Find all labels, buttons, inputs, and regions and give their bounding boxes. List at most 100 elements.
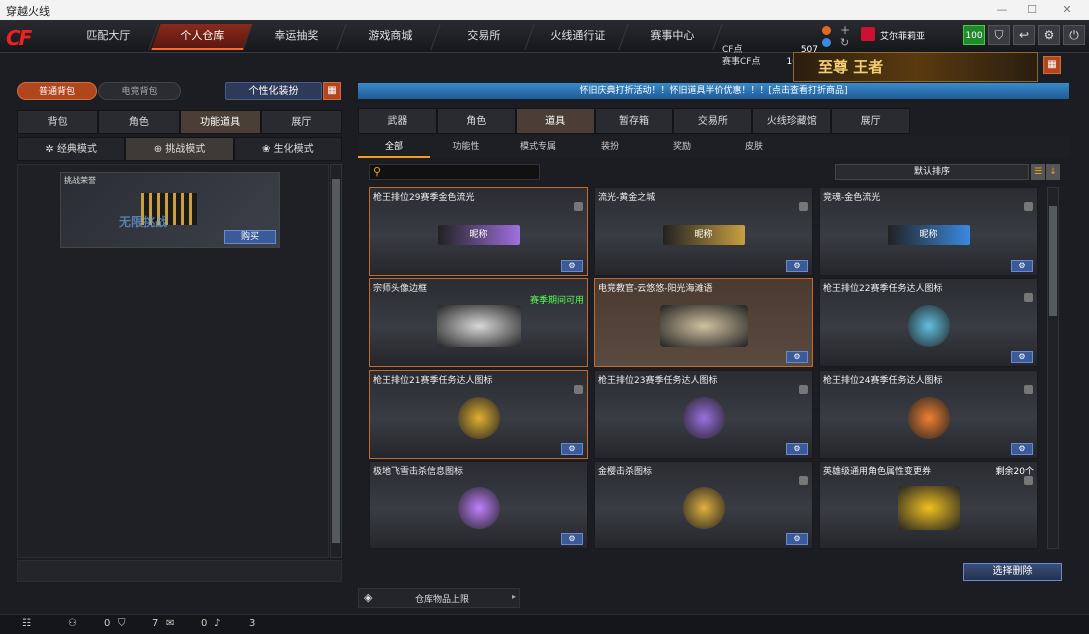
search-input[interactable]: ⚲ [369, 164, 540, 180]
mode-tab-2[interactable]: ❀ 生化模式 [233, 137, 342, 161]
custom-outfit-button[interactable]: 个性化装扮 [225, 82, 322, 100]
challenge-watermark: 无限挑战 [119, 215, 168, 229]
volume-icon[interactable]: ♪ [214, 618, 220, 629]
item-image-icon [907, 304, 950, 347]
promo-ad-banner[interactable]: 至尊 王者 [793, 52, 1038, 82]
left-tab-2[interactable]: 功能道具 [179, 110, 261, 134]
right-tab-4[interactable]: 交易所 [673, 108, 753, 134]
filter-1[interactable]: 功能性 [430, 136, 502, 158]
list-view-icon[interactable]: ☰ [1031, 164, 1045, 180]
item-tile[interactable]: 英雄级通用角色属性变更券 剩余20个 [819, 461, 1038, 549]
gear-icon[interactable]: ⚙ [1011, 443, 1033, 455]
gear-icon[interactable]: ⚙ [561, 533, 583, 545]
maximize-button[interactable]: ☐ [1017, 2, 1047, 18]
right-scrollbar[interactable] [1047, 187, 1059, 549]
exit-icon[interactable]: ↩ [1013, 25, 1035, 45]
buy-button[interactable]: 购买 [224, 230, 276, 244]
left-item-area: 挑战荣誉 无限挑战 购买 [17, 164, 329, 558]
gear-icon[interactable]: ⚙ [786, 443, 808, 455]
item-image-icon [457, 487, 500, 530]
item-tile[interactable]: 电竞教官-云悠悠-阳光海滩语 ⚙ [594, 278, 813, 367]
gear-icon[interactable]: ⚙ [561, 260, 583, 272]
refresh-icon[interactable]: ↻ [840, 36, 849, 49]
lock-icon [1024, 202, 1033, 211]
item-name: 英雄级通用角色属性变更券 [823, 467, 932, 477]
item-tile[interactable]: 宗师头像边框 赛季期间可用 [369, 278, 588, 367]
gear-icon[interactable]: ⚙ [786, 533, 808, 545]
gear-icon[interactable]: ⚙ [561, 443, 583, 455]
select-delete-button[interactable]: 选择删除 [963, 563, 1062, 581]
sort-dropdown[interactable]: 默认排序 [835, 164, 1029, 180]
minimize-button[interactable]: — [987, 2, 1017, 18]
cf-points-label: CF点 [722, 45, 743, 55]
esports-bag-button[interactable]: 电竞背包 [98, 82, 181, 100]
filter-4[interactable]: 奖励 [646, 136, 718, 158]
left-tab-3[interactable]: 展厅 [260, 110, 342, 134]
capacity-bar[interactable]: ◈ 仓库物品上限 ▸ [358, 588, 520, 608]
item-tile[interactable]: 枪王排位24赛季任务达人图标 ⚙ [819, 370, 1038, 459]
nickname-label: 昵称 [469, 229, 488, 240]
lock-icon [799, 202, 808, 211]
power-icon[interactable]: ⏻ [1063, 25, 1085, 45]
lock-icon [799, 476, 808, 485]
close-window-button[interactable]: ✕ [1052, 2, 1082, 18]
gear-icon[interactable]: ⚙ [1038, 25, 1060, 45]
filter-3[interactable]: 装扮 [574, 136, 646, 158]
left-scrollbar[interactable] [330, 164, 342, 558]
item-tile[interactable]: 流光-黄金之城 ⚙ 昵称 [594, 187, 813, 276]
right-tab-2[interactable]: 道具 [515, 108, 595, 134]
nav-tab-5[interactable]: 火线通行证 [527, 24, 629, 50]
item-tile[interactable]: 枪王排位23赛季任务达人图标 ⚙ [594, 370, 813, 459]
gear-icon[interactable]: ⚙ [786, 260, 808, 272]
right-tab-6[interactable]: 展厅 [831, 108, 911, 134]
nav-tab-6[interactable]: 赛事中心 [621, 24, 723, 50]
challenge-honor-card[interactable]: 挑战荣誉 无限挑战 购买 [60, 172, 280, 248]
item-name: 电竞教官-云悠悠-阳光海滩语 [598, 284, 713, 294]
shield-small-icon[interactable]: ⛉ [118, 618, 126, 629]
menu-icon[interactable]: ☷ [22, 618, 31, 629]
nickname-label: 昵称 [919, 229, 938, 240]
item-tile[interactable]: 竞魂-金色流光 ⚙ 昵称 [819, 187, 1038, 276]
outfit-grid-icon[interactable]: ▦ [323, 82, 341, 100]
item-tile[interactable]: 枪王排位22赛季任务达人图标 ⚙ [819, 278, 1038, 367]
nameplate-icon: 昵称 [887, 224, 970, 245]
sort-down-icon[interactable]: ↓ [1046, 164, 1060, 180]
left-tab-1[interactable]: 角色 [98, 110, 180, 134]
nav-tab-label: 匹配大厅 [85, 29, 130, 42]
nav-tab-0[interactable]: 匹配大厅 [57, 24, 159, 50]
nav-tab-3[interactable]: 游戏商城 [339, 24, 441, 50]
normal-bag-button[interactable]: 普通背包 [17, 82, 97, 100]
right-tab-0[interactable]: 武器 [358, 108, 437, 134]
gear-icon[interactable]: ⚙ [1011, 351, 1033, 363]
mode-tab-0[interactable]: ✲ 经典模式 [17, 137, 126, 161]
item-tile[interactable]: 极地飞雪击杀信息图标 ⚙ [369, 461, 588, 549]
nav-tab-1[interactable]: 个人仓库 [151, 24, 253, 50]
item-tile[interactable]: 金樱击杀图标 ⚙ [594, 461, 813, 549]
filter-2[interactable]: 模式专属 [502, 136, 574, 158]
grid-menu-icon[interactable]: ▦ [1043, 56, 1061, 74]
shield-icon[interactable]: ⛉ [988, 25, 1010, 45]
chevron-right-icon: ▸ [511, 592, 516, 601]
left-tab-0[interactable]: 背包 [17, 110, 99, 134]
chat-icon[interactable]: ✉ [166, 618, 174, 629]
add-currency-icon[interactable]: + [840, 23, 850, 37]
filter-0[interactable]: 全部 [358, 136, 430, 158]
user-name[interactable]: 艾尔菲莉亚 [880, 29, 925, 42]
nav-tab-2[interactable]: 幸运抽奖 [245, 24, 347, 50]
gear-icon[interactable]: ⚙ [786, 351, 808, 363]
level-badge: 100 [963, 25, 985, 45]
item-name: 宗师头像边框 [373, 284, 428, 294]
nav-tab-4[interactable]: 交易所 [433, 24, 535, 50]
item-tile[interactable]: 枪王排位29赛季金色流光 ⚙ 昵称 [369, 187, 588, 276]
mode-tab-1[interactable]: ⊕ 挑战模式 [125, 137, 234, 161]
gear-icon[interactable]: ⚙ [1011, 260, 1033, 272]
mode-tab-bar: ✲ 经典模式 ⊕ 挑战模式 ❀ 生化模式 [17, 137, 342, 161]
right-tab-5[interactable]: 火线珍藏馆 [752, 108, 832, 134]
right-tab-3[interactable]: 暂存箱 [594, 108, 674, 134]
right-tab-1[interactable]: 角色 [436, 108, 516, 134]
filter-5[interactable]: 皮肤 [718, 136, 790, 158]
lock-icon [1024, 385, 1033, 394]
friends-icon[interactable]: ⚇ [68, 618, 77, 629]
promo-banner[interactable]: 怀旧庆典打折活动！！怀旧道具半价优惠！！！[点击查看打折商品] [358, 83, 1069, 99]
item-tile[interactable]: 枪王排位21赛季任务达人图标 ⚙ [369, 370, 588, 459]
